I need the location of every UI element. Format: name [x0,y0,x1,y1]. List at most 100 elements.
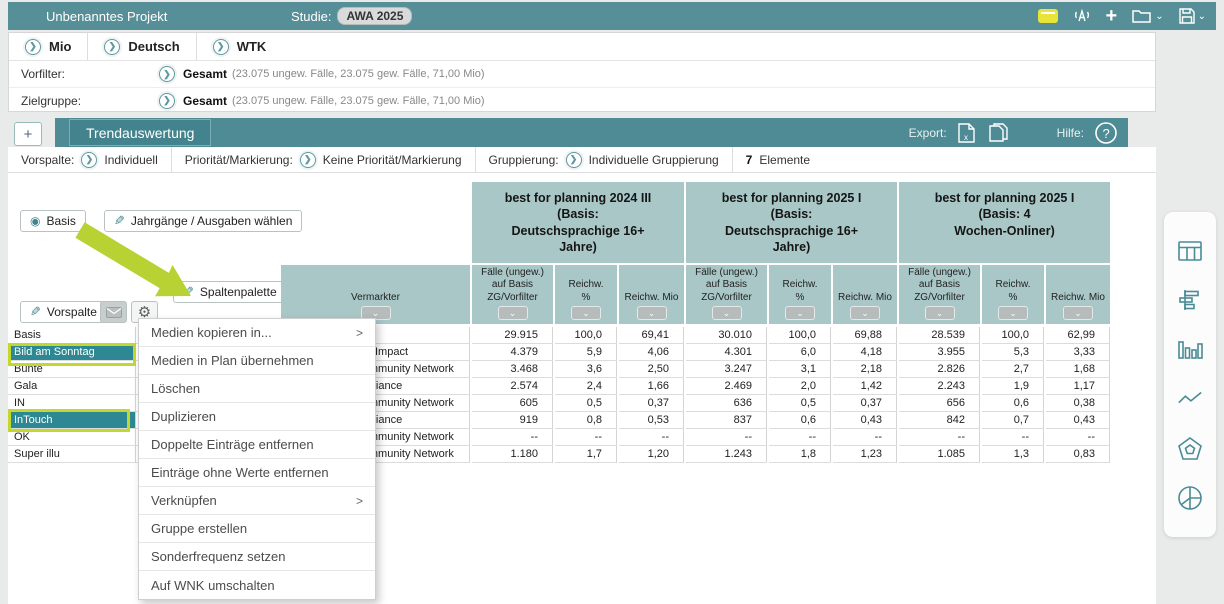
line-chart-icon[interactable] [1177,386,1203,412]
media-row-ok[interactable]: OK [8,429,136,446]
value-cell: 1,68 [1046,361,1110,378]
column-option-chevron-icon[interactable]: ⌄ [637,306,667,320]
study-header-0: best for planning 2024 III (Basis: Deuts… [472,182,684,263]
menu-item-7[interactable]: Gruppe erstellen [139,515,375,543]
menu-item-5[interactable]: Einträge ohne Werte entfernen [139,459,375,487]
spaltenpalette-button-label: Spaltenpalette [200,285,277,299]
tab-trendauswertung[interactable]: Trendauswertung [69,119,211,146]
setting-deutsch[interactable]: ❯ Deutsch [88,33,196,60]
menu-item-4[interactable]: Doppelte Einträge entfernen [139,431,375,459]
media-row-basis[interactable]: Basis [8,327,136,344]
envelope-button[interactable] [100,301,127,323]
zielgruppe-value[interactable]: Gesamt [183,94,227,108]
vorspalte-setting-label: Vorspalte: [21,153,74,167]
copy-pages-icon[interactable] [987,122,1011,144]
hbar-chart-icon[interactable] [1177,287,1203,313]
context-menu: Medien kopieren in...>Medien in Plan übe… [138,318,376,600]
value-cell: 0,37 [833,395,897,412]
pie-chart-icon[interactable] [1177,485,1203,511]
media-row-in[interactable]: IN [8,395,136,412]
value-cell: 29.915 [472,327,553,344]
column-option-chevron-icon[interactable]: ⌄ [571,306,601,320]
value-cell: -- [769,429,831,446]
value-cell: 3.955 [899,344,980,361]
menu-item-9[interactable]: Auf WNK umschalten [139,571,375,599]
zielgruppe-detail: (23.075 ungew. Fälle, 23.075 gew. Fälle,… [232,95,485,107]
menu-item-2[interactable]: Löschen [139,375,375,403]
value-cell: 656 [899,395,980,412]
column-header-3: Fälle (ungew.) auf Basis ZG/Vorfilter⌄ [686,265,767,324]
column-header-8: Reichw. Mio⌄ [1046,265,1110,324]
title-bar: Unbenanntes Projekt Studie: AWA 2025 + ⌄… [8,2,1216,30]
media-row-bild-am-sonntag[interactable]: Bild am Sonntag [8,344,136,361]
value-cell: 2.243 [899,378,980,395]
menu-item-8[interactable]: Sonderfrequenz setzen [139,543,375,571]
value-cell: 1,66 [619,378,684,395]
spaltenpalette-button[interactable]: ✎ Spaltenpalette [173,281,287,303]
vorspalte-setting[interactable]: Vorspalte: ❯ Individuell [8,147,172,172]
folder-icon[interactable]: ⌄ [1131,7,1163,25]
vorfilter-value[interactable]: Gesamt [183,67,227,81]
basis-button[interactable]: ◉ Basis [20,210,86,232]
column-option-chevron-icon[interactable]: ⌄ [498,306,528,320]
radar-chart-icon[interactable] [1177,436,1203,462]
media-row-bunte[interactable]: Bunte [8,361,136,378]
vorspalte-button[interactable]: ✎ Vorspalte [20,301,107,323]
add-tab-button[interactable]: + [14,122,42,146]
menu-item-6[interactable]: Verknüpfen> [139,487,375,515]
table-view-icon[interactable] [1177,238,1203,264]
setting-deutsch-label: Deutsch [128,39,179,54]
save-icon[interactable]: ⌄ [1178,7,1206,25]
setting-wtk[interactable]: ❯WTK [197,33,283,60]
value-cell: 3.247 [686,361,767,378]
vbar-chart-icon[interactable] [1177,337,1203,363]
gruppierung-setting[interactable]: Gruppierung: ❯ Individuelle Gruppierung [476,147,733,172]
value-cell: 0,43 [1046,412,1110,429]
chevron-circle-icon[interactable]: ❯ [159,66,175,82]
menu-item-1[interactable]: Medien in Plan übernehmen [139,347,375,375]
value-cell: 2,4 [555,378,617,395]
column-option-chevron-icon[interactable]: ⌄ [998,306,1028,320]
value-cell: -- [686,429,767,446]
study-badge: AWA 2025 [337,7,412,25]
plus-icon[interactable]: + [1106,6,1118,26]
column-header-2: Reichw. Mio⌄ [619,265,684,324]
antenna-icon[interactable] [1072,7,1092,25]
value-cell: 3.468 [472,361,553,378]
setting-mio[interactable]: ❯Mio [9,33,88,60]
export-label: Export: [909,126,947,140]
column-option-chevron-icon[interactable]: ⌄ [850,306,880,320]
question-circle-icon[interactable]: ? [1094,121,1118,145]
prioritaet-setting[interactable]: Priorität/Markierung: ❯ Keine Priorität/… [172,147,476,172]
chevron-circle-icon[interactable]: ❯ [159,93,175,109]
setting-mio-label: Mio [49,39,71,54]
value-cell: 4.301 [686,344,767,361]
value-cell: 69,88 [833,327,897,344]
envelope-icon [106,307,122,318]
media-row-intouch[interactable]: InTouch [8,412,136,429]
setting-wtk-label: WTK [237,39,267,54]
vorfilter-detail: (23.075 ungew. Fälle, 23.075 gew. Fälle,… [232,68,485,80]
gruppierung-setting-value: Individuelle Gruppierung [589,153,719,167]
media-row-super-illu[interactable]: Super illu [8,446,136,463]
menu-item-label: Einträge ohne Werte entfernen [151,465,329,480]
prioritaet-setting-value: Keine Priorität/Markierung [323,153,462,167]
excel-export-icon[interactable]: x [957,122,977,144]
column-option-chevron-icon[interactable]: ⌄ [712,306,742,320]
chevron-circle-icon: ❯ [104,39,120,55]
column-option-chevron-icon[interactable]: ⌄ [1063,306,1093,320]
value-cell: 0,43 [833,412,897,429]
pencil-icon: ✎ [30,304,41,320]
column-option-chevron-icon[interactable]: ⌄ [925,306,955,320]
yellow-panel-icon[interactable] [1038,9,1058,23]
jahrgaenge-button[interactable]: ✎ Jahrgänge / Ausgaben wählen [104,210,302,232]
value-cell: 1.180 [472,446,553,463]
menu-item-3[interactable]: Duplizieren [139,403,375,431]
value-cell: 0,83 [1046,446,1110,463]
column-option-chevron-icon[interactable]: ⌄ [785,306,815,320]
menu-item-0[interactable]: Medien kopieren in...> [139,319,375,347]
value-cell: 0,7 [982,412,1044,429]
menu-item-label: Verknüpfen [151,493,217,508]
menu-item-label: Duplizieren [151,409,216,424]
media-row-gala[interactable]: Gala [8,378,136,395]
